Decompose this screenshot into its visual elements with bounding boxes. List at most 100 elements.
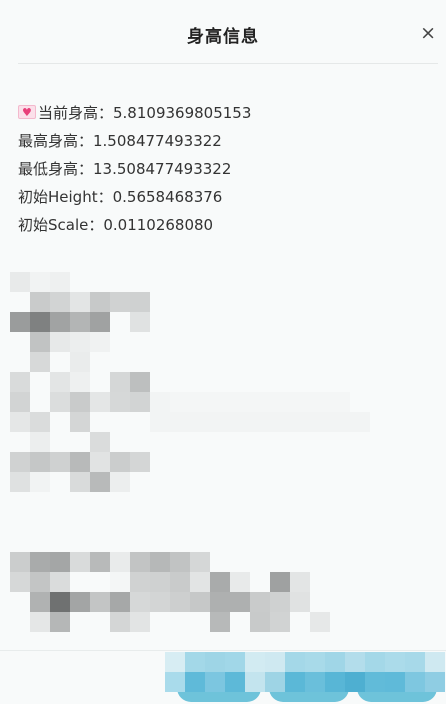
mosaic-pixel <box>270 312 290 332</box>
mosaic-pixel <box>370 452 390 472</box>
mosaic-pixel <box>385 672 405 692</box>
mosaic-pixel <box>370 352 390 372</box>
mosaic-pixel <box>190 332 210 352</box>
mosaic-pixel <box>10 472 30 492</box>
mosaic-pixel <box>190 592 210 612</box>
mosaic-pixel <box>210 352 230 372</box>
mosaic-pixel <box>210 452 230 472</box>
mosaic-pixel <box>150 292 170 312</box>
close-icon[interactable]: × <box>420 22 436 44</box>
mosaic-pixel <box>165 652 185 672</box>
mosaic-pixel <box>290 412 310 432</box>
mosaic-pixel <box>190 412 210 432</box>
mosaic-pixel <box>10 412 30 432</box>
mosaic-pixel <box>30 592 50 612</box>
mosaic-pixel <box>330 392 350 412</box>
mosaic-pixel <box>90 592 110 612</box>
mosaic-pixel <box>230 292 250 312</box>
mosaic-pixel <box>290 332 310 352</box>
mosaic-pixel <box>310 352 330 372</box>
mosaic-pixel <box>325 652 345 672</box>
mosaic-pixel <box>185 672 205 692</box>
mosaic-pixel <box>270 272 290 292</box>
mosaic-pixel <box>390 572 410 592</box>
mosaic-pixel <box>310 412 330 432</box>
mosaic-pixel <box>110 352 130 372</box>
mosaic-pixel <box>150 572 170 592</box>
mosaic-pixel <box>170 472 190 492</box>
mosaic-pixel <box>210 332 230 352</box>
mosaic-pixel <box>90 352 110 372</box>
mosaic-pixel <box>90 572 110 592</box>
mosaic-pixel <box>265 652 285 672</box>
mosaic-pixel <box>50 392 70 412</box>
mosaic-pixel <box>50 472 70 492</box>
mosaic-pixel <box>350 312 370 332</box>
mosaic-pixel <box>310 472 330 492</box>
mosaic-pixel <box>310 332 330 352</box>
mosaic-pixel <box>370 372 390 392</box>
mosaic-pixel <box>190 452 210 472</box>
mosaic-pixel <box>170 552 190 572</box>
mosaic-pixel <box>110 312 130 332</box>
mosaic-pixel <box>310 612 330 632</box>
mosaic-pixel <box>90 432 110 452</box>
mosaic-pixel <box>210 312 230 332</box>
footer-divider <box>0 650 446 651</box>
mosaic-pixel <box>265 672 285 692</box>
mosaic-pixel <box>370 312 390 332</box>
mosaic-pixel <box>250 272 270 292</box>
mosaic-pixel <box>130 572 150 592</box>
mosaic-pixel <box>350 452 370 472</box>
mosaic-pixel <box>390 272 410 292</box>
mosaic-pixel <box>290 272 310 292</box>
mosaic-pixel <box>110 612 130 632</box>
mosaic-pixel <box>270 332 290 352</box>
mosaic-pixel <box>310 572 330 592</box>
mosaic-pixel <box>345 672 365 692</box>
mosaic-pixel <box>130 452 150 472</box>
mosaic-pixel <box>90 412 110 432</box>
mosaic-pixel <box>190 312 210 332</box>
mosaic-pixel <box>305 652 325 672</box>
mosaic-pixel <box>310 372 330 392</box>
mosaic-pixel <box>70 552 90 572</box>
mosaic-pixel <box>130 332 150 352</box>
mosaic-pixel <box>210 412 230 432</box>
mosaic-pixel <box>350 472 370 492</box>
mosaic-pixel <box>170 592 190 612</box>
mosaic-pixel <box>130 612 150 632</box>
dialog-header: 身高信息 × <box>0 0 446 64</box>
mosaic-pixel <box>290 372 310 392</box>
mosaic-pixel <box>190 552 210 572</box>
mosaic-pixel <box>270 612 290 632</box>
mosaic-pixel <box>50 432 70 452</box>
mosaic-pixel <box>285 672 305 692</box>
mosaic-pixel <box>225 672 245 692</box>
mosaic-pixel <box>330 292 350 312</box>
mosaic-pixel <box>205 672 225 692</box>
mosaic-pixel <box>130 432 150 452</box>
mosaic-pixel <box>10 312 30 332</box>
mosaic-pixel <box>170 612 190 632</box>
mosaic-pixel <box>110 432 130 452</box>
mosaic-pixel <box>230 592 250 612</box>
mosaic-pixel <box>330 272 350 292</box>
mosaic-pixel <box>170 292 190 312</box>
mosaic-pixel <box>270 372 290 392</box>
mosaic-pixel <box>250 372 270 392</box>
mosaic-pixel <box>10 272 30 292</box>
mosaic-pixel <box>110 572 130 592</box>
mosaic-pixel <box>230 272 250 292</box>
mosaic-pixel <box>70 572 90 592</box>
mosaic-pixel <box>70 432 90 452</box>
mosaic-pixel <box>250 412 270 432</box>
mosaic-pixel <box>150 592 170 612</box>
mosaic-pixel <box>330 352 350 372</box>
mosaic-pixel <box>170 312 190 332</box>
min-height-row: 最低身高：13.508477493322 <box>18 160 232 178</box>
mosaic-pixel <box>70 472 90 492</box>
mosaic-pixel <box>190 372 210 392</box>
mosaic-pixel <box>245 652 265 672</box>
mosaic-pixel <box>285 652 305 672</box>
